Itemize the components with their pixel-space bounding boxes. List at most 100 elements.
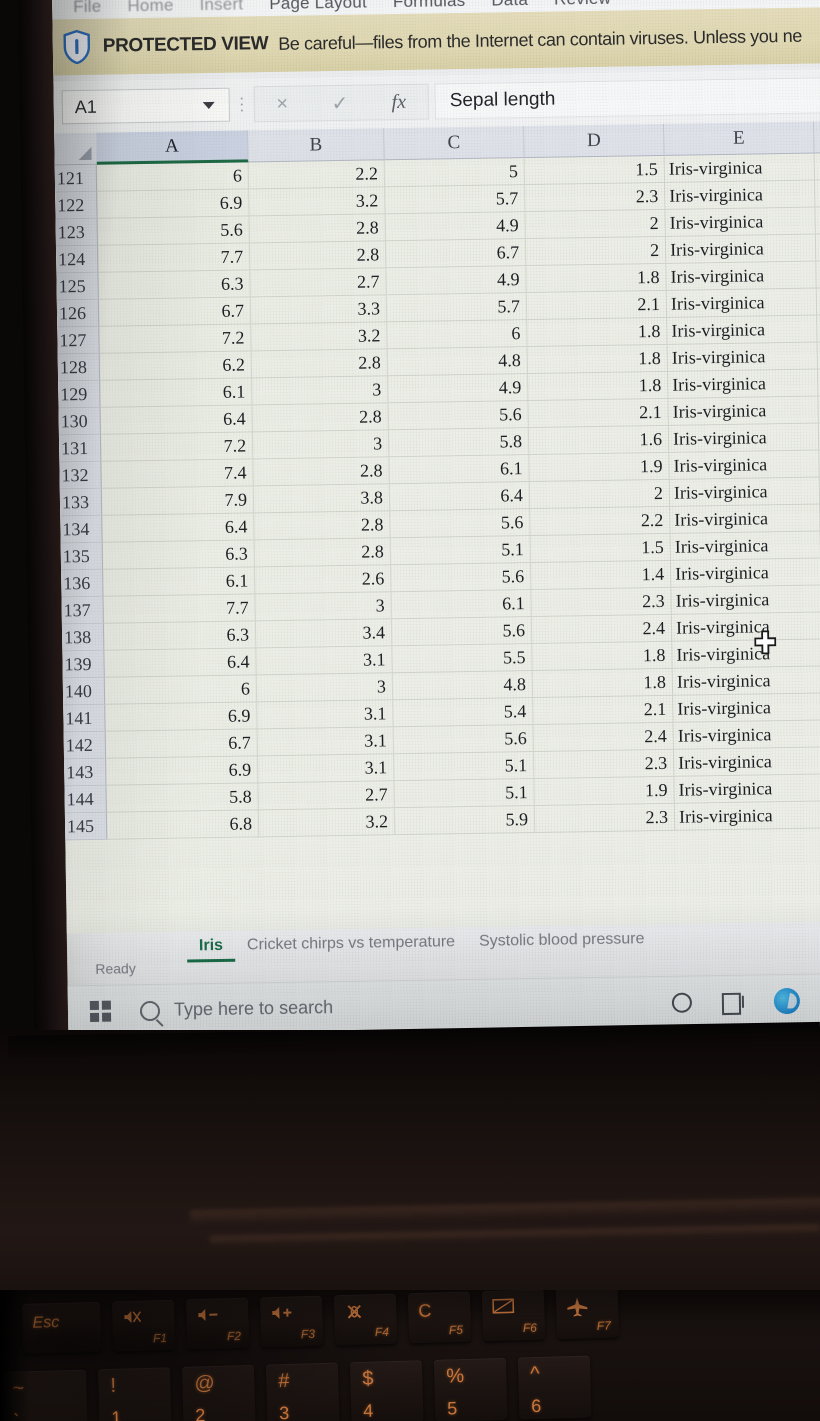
row-header[interactable]: 121: [54, 164, 98, 193]
sheet-tab-systolic-blood-pressure[interactable]: Systolic blood pressure: [467, 926, 657, 955]
row-header[interactable]: 134: [60, 515, 103, 544]
cell-C131[interactable]: 5.8: [388, 428, 530, 458]
cell-B121[interactable]: 2.2: [248, 160, 386, 190]
cell-D140[interactable]: 1.8: [532, 668, 674, 698]
cell-B129[interactable]: 3: [252, 376, 389, 406]
cell-E135[interactable]: Iris-virginica: [670, 531, 820, 561]
edge-browser-icon[interactable]: [773, 987, 801, 1014]
column-header-d[interactable]: D: [524, 123, 665, 159]
cell-A127[interactable]: 7.2: [99, 324, 252, 354]
cell-B136[interactable]: 2.6: [255, 565, 392, 595]
sheet-tab-iris[interactable]: Iris: [186, 932, 236, 963]
cell-A126[interactable]: 6.7: [98, 297, 252, 327]
cell-D137[interactable]: 2.3: [531, 587, 672, 618]
cell-A123[interactable]: 5.6: [97, 216, 250, 246]
cell-E125[interactable]: Iris-virginica: [666, 261, 817, 291]
cell-B123[interactable]: 2.8: [249, 214, 386, 244]
cell-A145[interactable]: 6.8: [106, 810, 260, 840]
cell-D130[interactable]: 2.1: [528, 398, 669, 429]
row-header[interactable]: 125: [56, 272, 99, 301]
cell-E131[interactable]: Iris-virginica: [668, 423, 820, 453]
cell-E144[interactable]: Iris-virginica: [674, 774, 820, 804]
cell-C122[interactable]: 5.7: [385, 185, 526, 215]
cell-D133[interactable]: 2: [529, 479, 671, 510]
cell-F124[interactable]: [815, 233, 820, 262]
cell-C135[interactable]: 5.1: [390, 536, 532, 566]
cell-B142[interactable]: 3.1: [257, 727, 394, 757]
row-header[interactable]: 128: [57, 353, 101, 382]
key-6[interactable]: ^ 6: [517, 1355, 592, 1420]
row-header[interactable]: 135: [60, 542, 104, 571]
cell-D145[interactable]: 2.3: [534, 803, 676, 833]
cell-D144[interactable]: 1.9: [534, 776, 675, 806]
cell-C142[interactable]: 5.6: [393, 724, 534, 755]
search-icon[interactable]: [139, 1000, 161, 1021]
cell-E130[interactable]: Iris-virginica: [668, 396, 819, 426]
cell-B124[interactable]: 2.8: [249, 241, 387, 271]
cell-E132[interactable]: Iris-virginica: [669, 450, 820, 480]
cell-D139[interactable]: 1.8: [532, 641, 673, 671]
cancel-icon[interactable]: ×: [276, 92, 288, 115]
cell-E139[interactable]: Iris-virginica: [672, 639, 820, 669]
cell-A141[interactable]: 6.9: [105, 702, 258, 732]
cell-D124[interactable]: 2: [525, 236, 667, 267]
cell-B143[interactable]: 3.1: [258, 754, 395, 784]
row-header[interactable]: 123: [55, 218, 98, 247]
key-4[interactable]: $4: [349, 1360, 424, 1421]
key-1[interactable]: ! 1: [97, 1367, 172, 1421]
cell-C127[interactable]: 6: [387, 320, 528, 350]
cell-D123[interactable]: 2: [525, 209, 666, 240]
cell-D138[interactable]: 2.4: [531, 614, 673, 645]
cell-E136[interactable]: Iris-virginica: [670, 558, 820, 588]
row-header[interactable]: 136: [61, 569, 104, 598]
cell-A143[interactable]: 6.9: [106, 756, 259, 786]
cell-D132[interactable]: 1.9: [529, 452, 670, 483]
cell-E121[interactable]: Iris-virginica: [664, 153, 816, 183]
select-all-corner[interactable]: [54, 132, 97, 166]
cell-B135[interactable]: 2.8: [254, 538, 392, 568]
cell-B126[interactable]: 3.3: [250, 295, 388, 325]
key-2[interactable]: @2: [181, 1364, 256, 1421]
cell-E134[interactable]: Iris-virginica: [670, 504, 820, 534]
taskbar-search-input[interactable]: Type here to search: [174, 997, 333, 1020]
cell-A137[interactable]: 7.7: [103, 594, 256, 624]
cell-B141[interactable]: 3.1: [257, 700, 394, 730]
cell-A133[interactable]: 7.9: [101, 486, 255, 516]
key-3[interactable]: #3: [265, 1362, 340, 1421]
cell-A144[interactable]: 5.8: [106, 783, 259, 813]
cell-C136[interactable]: 5.6: [391, 563, 532, 593]
cell-C144[interactable]: 5.1: [394, 778, 535, 809]
cell-A131[interactable]: 7.2: [100, 432, 254, 462]
cell-E123[interactable]: Iris-virginica: [665, 207, 816, 237]
key-f7[interactable]: F7: [555, 1290, 620, 1340]
cell-A121[interactable]: 6: [96, 162, 250, 192]
cell-E126[interactable]: Iris-virginica: [666, 288, 818, 318]
key-f5[interactable]: C F5: [407, 1291, 472, 1344]
windows-logo-icon[interactable]: [89, 1000, 112, 1022]
row-header[interactable]: 133: [59, 488, 103, 517]
ribbon-tab-data[interactable]: Data: [478, 0, 541, 13]
cell-D122[interactable]: 2.3: [525, 182, 666, 213]
cell-B145[interactable]: 3.2: [258, 808, 396, 838]
row-header[interactable]: 138: [61, 623, 105, 652]
cell-E133[interactable]: Iris-virginica: [669, 477, 820, 507]
cell-B131[interactable]: 3: [252, 430, 390, 460]
key-f2[interactable]: F2: [185, 1297, 250, 1350]
cell-D141[interactable]: 2.1: [533, 695, 674, 725]
cell-E140[interactable]: Iris-virginica: [672, 666, 820, 696]
cell-C137[interactable]: 6.1: [391, 590, 532, 620]
cell-B128[interactable]: 2.8: [251, 349, 389, 379]
formula-input[interactable]: Sepal length: [434, 76, 820, 120]
cell-B138[interactable]: 3.4: [255, 619, 393, 649]
cell-A129[interactable]: 6.1: [100, 378, 253, 408]
column-header-e[interactable]: E: [664, 121, 815, 156]
cell-E129[interactable]: Iris-virginica: [668, 369, 819, 399]
cell-D142[interactable]: 2.4: [533, 722, 674, 752]
row-header[interactable]: 139: [62, 650, 105, 679]
cell-C126[interactable]: 5.7: [386, 293, 528, 323]
cell-A139[interactable]: 6.4: [104, 648, 257, 678]
cell-A138[interactable]: 6.3: [103, 621, 257, 651]
cell-A122[interactable]: 6.9: [97, 189, 250, 219]
cell-C121[interactable]: 5: [384, 158, 526, 188]
cell-B134[interactable]: 2.8: [254, 511, 391, 541]
